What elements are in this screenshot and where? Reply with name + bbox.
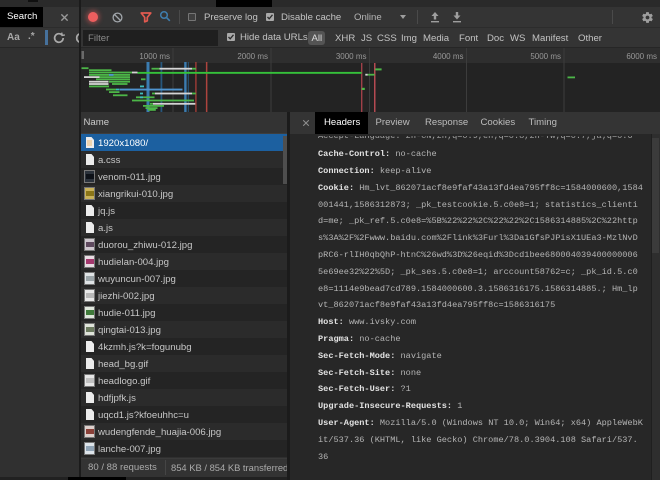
svg-text:5000 ms: 5000 ms: [530, 52, 561, 61]
svg-text:1000 ms: 1000 ms: [139, 52, 170, 61]
svg-text:6000 ms: 6000 ms: [626, 52, 657, 61]
svg-text:2000 ms: 2000 ms: [237, 52, 268, 61]
svg-text:4000 ms: 4000 ms: [433, 52, 464, 61]
svg-text:3000 ms: 3000 ms: [336, 52, 367, 61]
